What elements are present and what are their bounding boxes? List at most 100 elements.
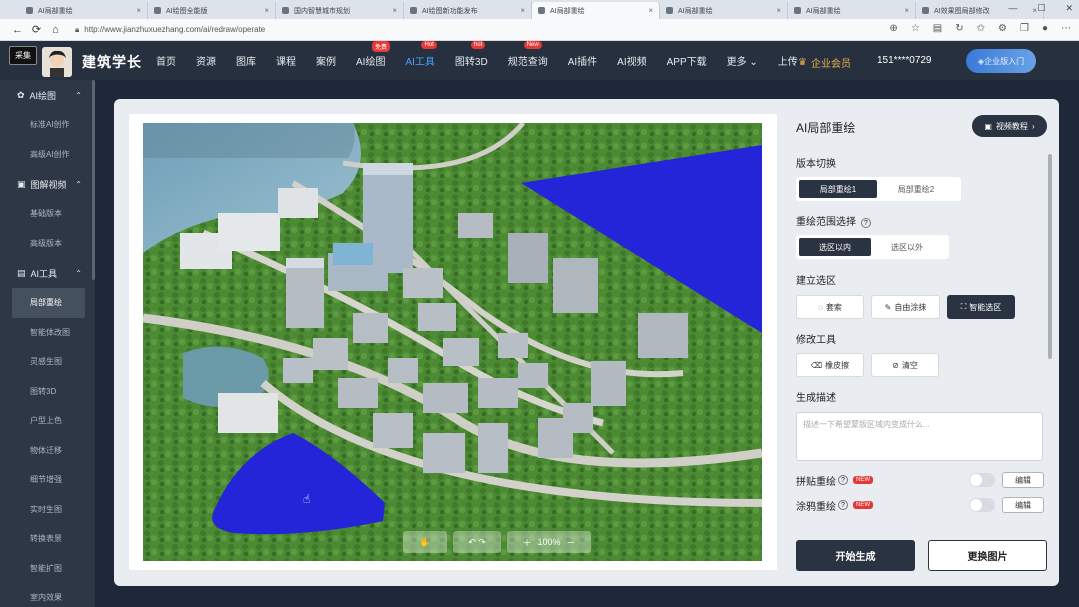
- sidebar-item[interactable]: 智能体改图: [0, 318, 95, 348]
- zoom-icon[interactable]: ⊕: [889, 23, 897, 34]
- home-icon[interactable]: ⌂: [46, 24, 65, 36]
- avatar[interactable]: [42, 47, 72, 77]
- selection-tool-button[interactable]: ◌ 套索: [796, 295, 864, 319]
- nav-item[interactable]: 更多 ⌄: [727, 53, 758, 68]
- nav-item-label: AI视频: [617, 57, 647, 68]
- star-icon[interactable]: ☆: [911, 23, 920, 34]
- undo-redo-button[interactable]: ↶ ↷: [453, 531, 501, 553]
- sidebar-item[interactable]: 局部重绘: [12, 288, 85, 318]
- option-edit-button[interactable]: 编辑: [1002, 472, 1044, 488]
- tab-close-icon[interactable]: ×: [776, 6, 781, 15]
- nav-item[interactable]: 规范查询 New: [508, 41, 548, 68]
- enterprise-button[interactable]: ◈ 企业版入门: [966, 49, 1036, 73]
- collections-icon[interactable]: ❐: [1020, 23, 1029, 34]
- sidebar-scrollbar[interactable]: [92, 80, 95, 280]
- nav-item[interactable]: 案例: [316, 53, 336, 68]
- nav-item[interactable]: AI工具 Hot: [405, 41, 437, 68]
- nav-item[interactable]: AI视频: [617, 53, 646, 68]
- help-icon[interactable]: ?: [838, 475, 848, 485]
- sidebar-group[interactable]: ✿ AI绘图 ⌃: [0, 80, 95, 110]
- pan-tool-button[interactable]: ✋: [403, 531, 447, 553]
- reload-icon[interactable]: ⟳: [27, 23, 46, 36]
- window-controls: — ☐ ✕: [1008, 3, 1073, 14]
- sidebar-item[interactable]: 图转3D: [0, 377, 95, 407]
- zoom-in-icon[interactable]: ＋: [522, 536, 531, 549]
- back-icon[interactable]: ←: [8, 24, 27, 36]
- sidebar-item[interactable]: 灵感生图: [0, 347, 95, 377]
- member-badge[interactable]: ♛ 企业会员: [798, 55, 851, 70]
- nav-item[interactable]: 首页: [156, 53, 176, 68]
- sidebar-item[interactable]: 室内效果: [0, 583, 95, 607]
- browser-tab[interactable]: 国内智慧城市规划 ×: [276, 2, 404, 19]
- favorites-icon[interactable]: ✩: [977, 23, 985, 34]
- sidebar-item[interactable]: 转换表景: [0, 524, 95, 554]
- option-edit-button[interactable]: 编辑: [1002, 497, 1044, 513]
- modify-tool-button[interactable]: ⌫ 橡皮擦: [796, 353, 864, 377]
- nav-item-label: 资源: [196, 57, 216, 68]
- sidebar-group[interactable]: ▣ 图解视频 ⌃: [0, 169, 95, 199]
- start-generate-button[interactable]: 开始生成: [796, 540, 915, 571]
- sidebar-group[interactable]: ▤ AI工具 ⌃: [0, 258, 95, 288]
- browser-tab[interactable]: AI局部重绘 ×: [788, 2, 916, 19]
- sidebar-item[interactable]: 实时生图: [0, 495, 95, 525]
- tab-favicon-icon: [538, 7, 545, 14]
- nav-item[interactable]: AI插件: [568, 53, 597, 68]
- tab-close-icon[interactable]: ×: [904, 6, 909, 15]
- segment-option[interactable]: 选区以内: [799, 238, 871, 256]
- tab-close-icon[interactable]: ×: [648, 6, 653, 15]
- browser-tab[interactable]: AI局部重绘 ×: [20, 2, 148, 19]
- nav-item[interactable]: 图库: [236, 53, 256, 68]
- sidebar-item[interactable]: 智能扩图: [0, 554, 95, 584]
- selection-tool-button[interactable]: ⛶ 智能选区: [947, 295, 1015, 319]
- sidebar-item[interactable]: 标准AI创作: [0, 110, 95, 140]
- nav-item[interactable]: 上传: [778, 53, 798, 68]
- tab-close-icon[interactable]: ×: [520, 6, 525, 15]
- user-phone[interactable]: 151****0729: [877, 55, 932, 66]
- extension-icon[interactable]: ⚙: [998, 23, 1007, 34]
- option-toggle[interactable]: [969, 498, 995, 512]
- tab-close-icon[interactable]: ×: [264, 6, 269, 15]
- profile-icon[interactable]: ●: [1042, 23, 1048, 34]
- nav-item[interactable]: APP下载: [667, 53, 707, 68]
- panel-scrollbar[interactable]: [1048, 154, 1052, 359]
- option-toggle[interactable]: [969, 473, 995, 487]
- sidebar-item[interactable]: 户型上色: [0, 406, 95, 436]
- selection-tool-button[interactable]: ✎ 自由涂抹: [871, 295, 940, 319]
- reader-icon[interactable]: ▤: [933, 23, 942, 34]
- modify-tool-button[interactable]: ⊘ 清空: [871, 353, 939, 377]
- nav-item[interactable]: 课程: [276, 53, 296, 68]
- browser-tab[interactable]: AI绘图全能版 ×: [148, 2, 276, 19]
- sidebar-item[interactable]: 基础版本: [0, 199, 95, 229]
- browser-tab[interactable]: AI局部重绘 ×: [660, 2, 788, 19]
- sidebar-item[interactable]: 物体迁移: [0, 436, 95, 466]
- tab-close-icon[interactable]: ×: [136, 6, 141, 15]
- help-icon[interactable]: ?: [838, 500, 848, 510]
- refresh-icon[interactable]: ↻: [955, 23, 963, 34]
- description-input[interactable]: [796, 412, 1043, 461]
- more-icon[interactable]: ⋯: [1061, 23, 1071, 34]
- nav-item[interactable]: 图转3D hot: [455, 41, 488, 68]
- segment-option[interactable]: 选区以外: [871, 238, 943, 256]
- video-tutorial-button[interactable]: ▣ 视频教程 ›: [972, 115, 1047, 137]
- aerial-photo-canvas[interactable]: [143, 123, 762, 561]
- sidebar-item[interactable]: 高级版本: [0, 229, 95, 259]
- segment-option[interactable]: 局部重绘1: [799, 180, 877, 198]
- zoom-out-icon[interactable]: －: [567, 536, 576, 549]
- panel-title: AI局部重绘: [796, 121, 856, 135]
- browser-tab[interactable]: AI绘图新功能发布 ×: [404, 2, 532, 19]
- segment-option[interactable]: 局部重绘2: [877, 180, 955, 198]
- maximize-icon[interactable]: ☐: [1037, 3, 1045, 14]
- nav-item[interactable]: AI绘图 免费: [356, 41, 391, 68]
- nav-item[interactable]: 资源: [196, 53, 216, 68]
- help-icon[interactable]: ?: [860, 218, 871, 228]
- change-image-button[interactable]: 更换图片: [928, 540, 1047, 571]
- tab-close-icon[interactable]: ×: [392, 6, 397, 15]
- minimize-icon[interactable]: —: [1008, 3, 1017, 14]
- browser-tab[interactable]: AI局部重绘 ×: [532, 2, 660, 19]
- sidebar-item[interactable]: 细节增强: [0, 465, 95, 495]
- url-field[interactable]: 🔒︎ http://www.jianzhuxuezhang.com/ai/red…: [75, 25, 265, 35]
- collect-button[interactable]: 采集: [9, 46, 37, 65]
- brand-logo-text[interactable]: 建筑学长: [82, 52, 142, 72]
- sidebar-item[interactable]: 高级AI创作: [0, 140, 95, 170]
- window-close-icon[interactable]: ✕: [1065, 3, 1073, 14]
